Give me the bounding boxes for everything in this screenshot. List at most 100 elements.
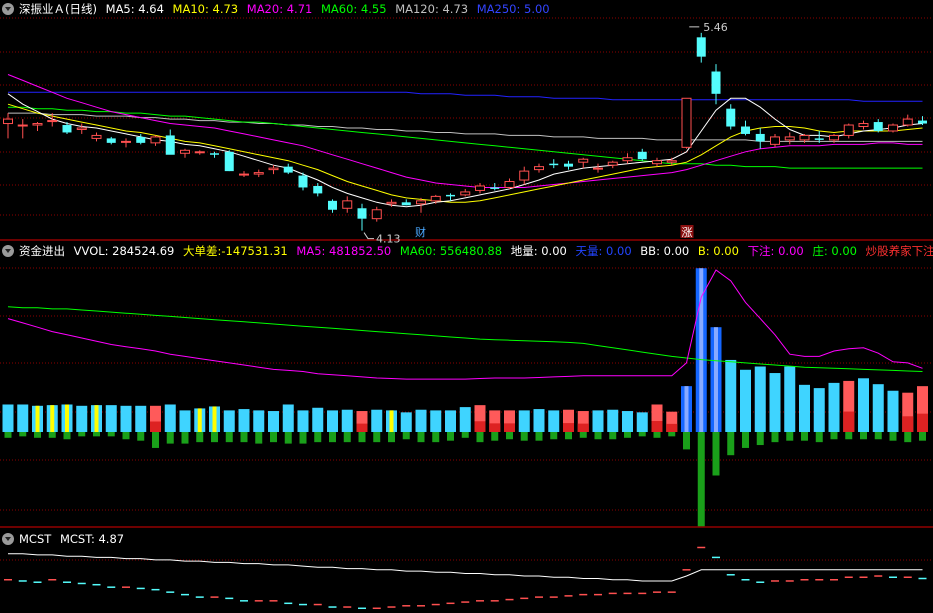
candle-body bbox=[666, 160, 677, 163]
price-panel-header: 深振业Ａ(日线) MA5: 4.64 MA10: 4.73 MA20: 4.71… bbox=[0, 0, 933, 18]
outflow-bar bbox=[756, 432, 764, 446]
candle-body bbox=[106, 138, 116, 143]
outflow-bar bbox=[506, 432, 513, 440]
volume-bar bbox=[179, 410, 191, 432]
outflow-bar bbox=[683, 432, 690, 450]
outflow-bar bbox=[609, 432, 617, 440]
candle-body bbox=[416, 200, 426, 205]
volume-bar-highlight bbox=[65, 404, 69, 432]
volume-bar bbox=[813, 388, 825, 432]
ma20-legend: MA20: 4.71 bbox=[246, 2, 313, 16]
volume-bar bbox=[799, 384, 810, 432]
outflow-bar bbox=[860, 432, 867, 440]
mcst-name[interactable]: MCST bbox=[19, 532, 51, 546]
outflow-bar bbox=[402, 432, 410, 440]
outflow-bar bbox=[889, 432, 897, 441]
ma10-legend: MA10: 4.73 bbox=[172, 2, 239, 16]
chevron-down-icon[interactable] bbox=[2, 3, 14, 15]
volume-bar bbox=[268, 411, 279, 432]
mcst-line bbox=[8, 553, 923, 582]
xiazhu-legend: 下注: 0.00 bbox=[747, 244, 804, 258]
outflow-bar bbox=[166, 432, 174, 444]
outflow-bar bbox=[535, 432, 543, 441]
outflow-bar bbox=[801, 432, 808, 441]
outflow-bar bbox=[520, 432, 528, 441]
volume-bar bbox=[622, 411, 633, 432]
candle-body bbox=[519, 170, 530, 181]
vvol-legend: VVOL: 284524.69 bbox=[73, 244, 175, 258]
volume-bar bbox=[548, 410, 560, 432]
low-marker-arrow bbox=[363, 232, 374, 240]
outflow-bar bbox=[476, 432, 484, 443]
volume-bar bbox=[725, 359, 737, 432]
outflow-bar bbox=[373, 432, 381, 443]
volume-bar-highlight bbox=[389, 410, 394, 432]
candle-body bbox=[298, 175, 308, 188]
candle-body bbox=[328, 200, 337, 210]
dadan-value: -147531.31 bbox=[221, 244, 288, 258]
candle-body bbox=[475, 185, 485, 191]
candle-body bbox=[76, 127, 87, 130]
volume-bar bbox=[238, 409, 250, 432]
candle-body bbox=[578, 158, 589, 163]
volume-bar bbox=[120, 405, 132, 432]
candle-body bbox=[696, 37, 706, 57]
outflow-bar bbox=[152, 432, 159, 448]
outflow-bar bbox=[830, 432, 838, 440]
outflow-bar bbox=[225, 432, 233, 443]
outflow-bar bbox=[240, 432, 248, 443]
outflow-bar bbox=[815, 432, 823, 443]
volume-bar bbox=[415, 409, 427, 432]
volume-bar bbox=[253, 410, 265, 432]
candle-body bbox=[564, 163, 573, 167]
outflow-bar bbox=[329, 432, 336, 443]
candle-body bbox=[430, 195, 441, 202]
volume-bar bbox=[636, 412, 648, 432]
chevron-down-icon[interactable] bbox=[2, 533, 14, 545]
outflow-bar bbox=[491, 432, 499, 441]
candle-body bbox=[593, 167, 603, 170]
volume-bar bbox=[135, 405, 147, 432]
outflow-bar bbox=[742, 432, 749, 448]
outflow-bar bbox=[727, 432, 735, 456]
candle-body bbox=[873, 122, 883, 131]
candle-body bbox=[755, 133, 765, 142]
outflow-bar bbox=[919, 432, 926, 441]
volume-bar bbox=[518, 410, 530, 432]
diliang-legend: 地量: 0.00 bbox=[510, 244, 567, 258]
bb-legend: BB: 0.00 bbox=[640, 244, 690, 258]
candle-body bbox=[357, 208, 367, 219]
candle-body bbox=[549, 163, 559, 166]
volume-bar bbox=[17, 404, 29, 432]
outflow-bar bbox=[461, 432, 469, 438]
volume-bar-inner bbox=[504, 423, 515, 432]
volume-bar-highlight bbox=[714, 327, 718, 432]
outflow-bar bbox=[712, 432, 720, 476]
volume-bar-inner bbox=[150, 421, 161, 432]
outflow-bar bbox=[579, 432, 587, 438]
volume-bar bbox=[105, 405, 117, 432]
candle-body bbox=[799, 134, 810, 141]
outflow-bar bbox=[874, 432, 882, 440]
outflow-bar bbox=[34, 432, 41, 438]
chart-canvas: 5.464.13财涨 bbox=[0, 17, 933, 610]
outflow-bar bbox=[181, 432, 189, 444]
outflow-bar bbox=[314, 432, 322, 443]
volume-bar-highlight bbox=[684, 386, 689, 432]
candle-body bbox=[91, 134, 102, 139]
ma20-line bbox=[7, 74, 923, 188]
volume-bar-highlight bbox=[94, 405, 99, 432]
candle-body bbox=[210, 153, 219, 155]
volume-bar-inner bbox=[563, 423, 574, 432]
chevron-down-icon[interactable] bbox=[2, 245, 14, 257]
outflow-bar bbox=[388, 432, 395, 443]
candle-body bbox=[504, 181, 515, 188]
dadan-label: 大单差: bbox=[183, 244, 222, 258]
volume-bar bbox=[459, 407, 471, 432]
indicator-name[interactable]: 资金进出 bbox=[19, 244, 65, 258]
volume-bar-highlight bbox=[197, 408, 202, 432]
candle-body bbox=[3, 118, 13, 125]
period-label[interactable]: (日线) bbox=[65, 2, 97, 16]
volume-bar bbox=[828, 382, 840, 432]
candle-body bbox=[224, 151, 234, 172]
